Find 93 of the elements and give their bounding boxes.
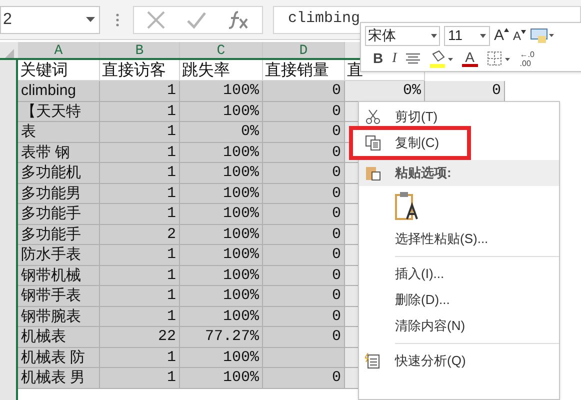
menu-item[interactable]: 插入(I)...: [359, 261, 559, 287]
table-cell: 0: [263, 142, 345, 163]
borders-icon[interactable]: [486, 50, 511, 66]
down-triangle-icon: [521, 30, 526, 34]
font-dropdown[interactable]: 宋体: [365, 26, 440, 46]
align-center-icon[interactable]: [406, 52, 420, 64]
table-cell: 100%: [180, 368, 263, 388]
table-cell: 2: [100, 224, 180, 245]
cancel-icon[interactable]: [146, 10, 166, 30]
table-cell: 100%: [180, 286, 263, 306]
table-cell: 100%: [180, 266, 263, 286]
menu-item[interactable]: 删除(D)...: [359, 287, 559, 313]
table-cell: 多功能男: [18, 184, 100, 204]
table-cell: 0: [263, 102, 345, 122]
table-cell: 0: [263, 266, 345, 286]
table-cell: 1: [100, 81, 180, 102]
table-cell: 0: [263, 286, 345, 306]
menu-item[interactable]: 清除内容(N): [359, 313, 559, 339]
column-header[interactable]: D: [263, 42, 345, 58]
function-icon[interactable]: [226, 10, 250, 30]
table-cell: 机械表 男: [18, 368, 100, 388]
table-cell: 1: [100, 163, 180, 184]
paste-options-label: 粘贴选项:: [395, 164, 452, 182]
table-cell: 表: [18, 122, 100, 142]
table-cell: 多功能手: [18, 204, 100, 224]
table-cell: 100%: [180, 306, 263, 327]
grip-icon: [116, 12, 119, 26]
table-cell: 100%: [180, 102, 263, 122]
column-header[interactable]: A: [18, 42, 100, 58]
menu-item[interactable]: 快速分析(Q): [359, 348, 559, 374]
table-cell: 1: [100, 306, 180, 327]
table-cell: 100%: [180, 81, 263, 102]
table-cell: 钢带手表: [18, 286, 100, 306]
font-size-dropdown[interactable]: 11: [444, 26, 490, 46]
table-cell: 0: [263, 163, 345, 184]
table-cell: 1: [100, 348, 180, 368]
table-cell: 1: [100, 102, 180, 122]
table-cell: 0: [425, 81, 505, 102]
dropdown-caret-icon: [86, 17, 95, 22]
table-cell: 防水手表: [18, 245, 100, 266]
scissors-icon: [365, 109, 381, 125]
menu-item[interactable]: 选择性粘贴(S)...: [359, 226, 559, 252]
table-cell: 1: [100, 286, 180, 306]
table-cell: 1: [100, 245, 180, 266]
table-cell: 100%: [180, 224, 263, 245]
table-cell: 多功能手: [18, 224, 100, 245]
table-cell: 多功能机: [18, 163, 100, 184]
increase-decimal-button[interactable]: ←.0 .00: [520, 50, 536, 68]
table-cell: 0: [263, 368, 345, 388]
table-cell: 1: [100, 266, 180, 286]
table-cell: 0: [263, 204, 345, 224]
column-header[interactable]: B: [100, 42, 180, 58]
table-cell: 1: [100, 122, 180, 142]
table-cell: 【天天特: [18, 102, 100, 122]
up-triangle-icon: [504, 28, 510, 32]
name-box[interactable]: 2: [0, 6, 100, 34]
table-cell: 100%: [180, 245, 263, 266]
table-cell: 0: [263, 327, 345, 348]
table-cell: 100%: [180, 163, 263, 184]
table-cell: 0: [263, 224, 345, 245]
table-cell: 1: [100, 204, 180, 224]
enter-check-icon[interactable]: [186, 10, 206, 30]
table-cell: 0: [263, 122, 345, 142]
copy-icon: [365, 135, 381, 151]
table-cell: 钢带腕表: [18, 306, 100, 327]
paste-text-icon[interactable]: [395, 191, 419, 221]
table-cell: 机械表 防: [18, 348, 100, 368]
table-cell: 1: [100, 184, 180, 204]
table-cell: 0: [263, 306, 345, 327]
fill-color-icon[interactable]: [428, 50, 453, 68]
clipboard-icon: [365, 165, 381, 181]
table-cell: 100%: [180, 204, 263, 224]
table-cell: 0%: [180, 122, 263, 142]
table-cell: 100%: [180, 184, 263, 204]
table-cell: 机械表: [18, 327, 100, 348]
table-cell: 0%: [345, 81, 425, 102]
table-cell: 100%: [180, 348, 263, 368]
table-cell: 22: [100, 327, 180, 348]
table-cell: 表带 钢: [18, 142, 100, 163]
column-header[interactable]: C: [180, 42, 263, 58]
format-icon[interactable]: [530, 28, 554, 44]
table-cell: 77.27%: [180, 327, 263, 348]
table-cell: 1: [100, 368, 180, 388]
quick-analysis-icon: [365, 353, 381, 369]
table-cell: climbing: [18, 81, 100, 102]
table-cell: 1: [100, 142, 180, 163]
table-cell: 0: [263, 245, 345, 266]
table-cell: 100%: [180, 142, 263, 163]
table-cell: 钢带机械: [18, 266, 100, 286]
table-cell: 0: [263, 81, 345, 102]
table-cell: 0: [263, 184, 345, 204]
font-color-button[interactable]: A: [462, 50, 478, 67]
menu-item[interactable]: 剪切(T): [359, 104, 559, 130]
